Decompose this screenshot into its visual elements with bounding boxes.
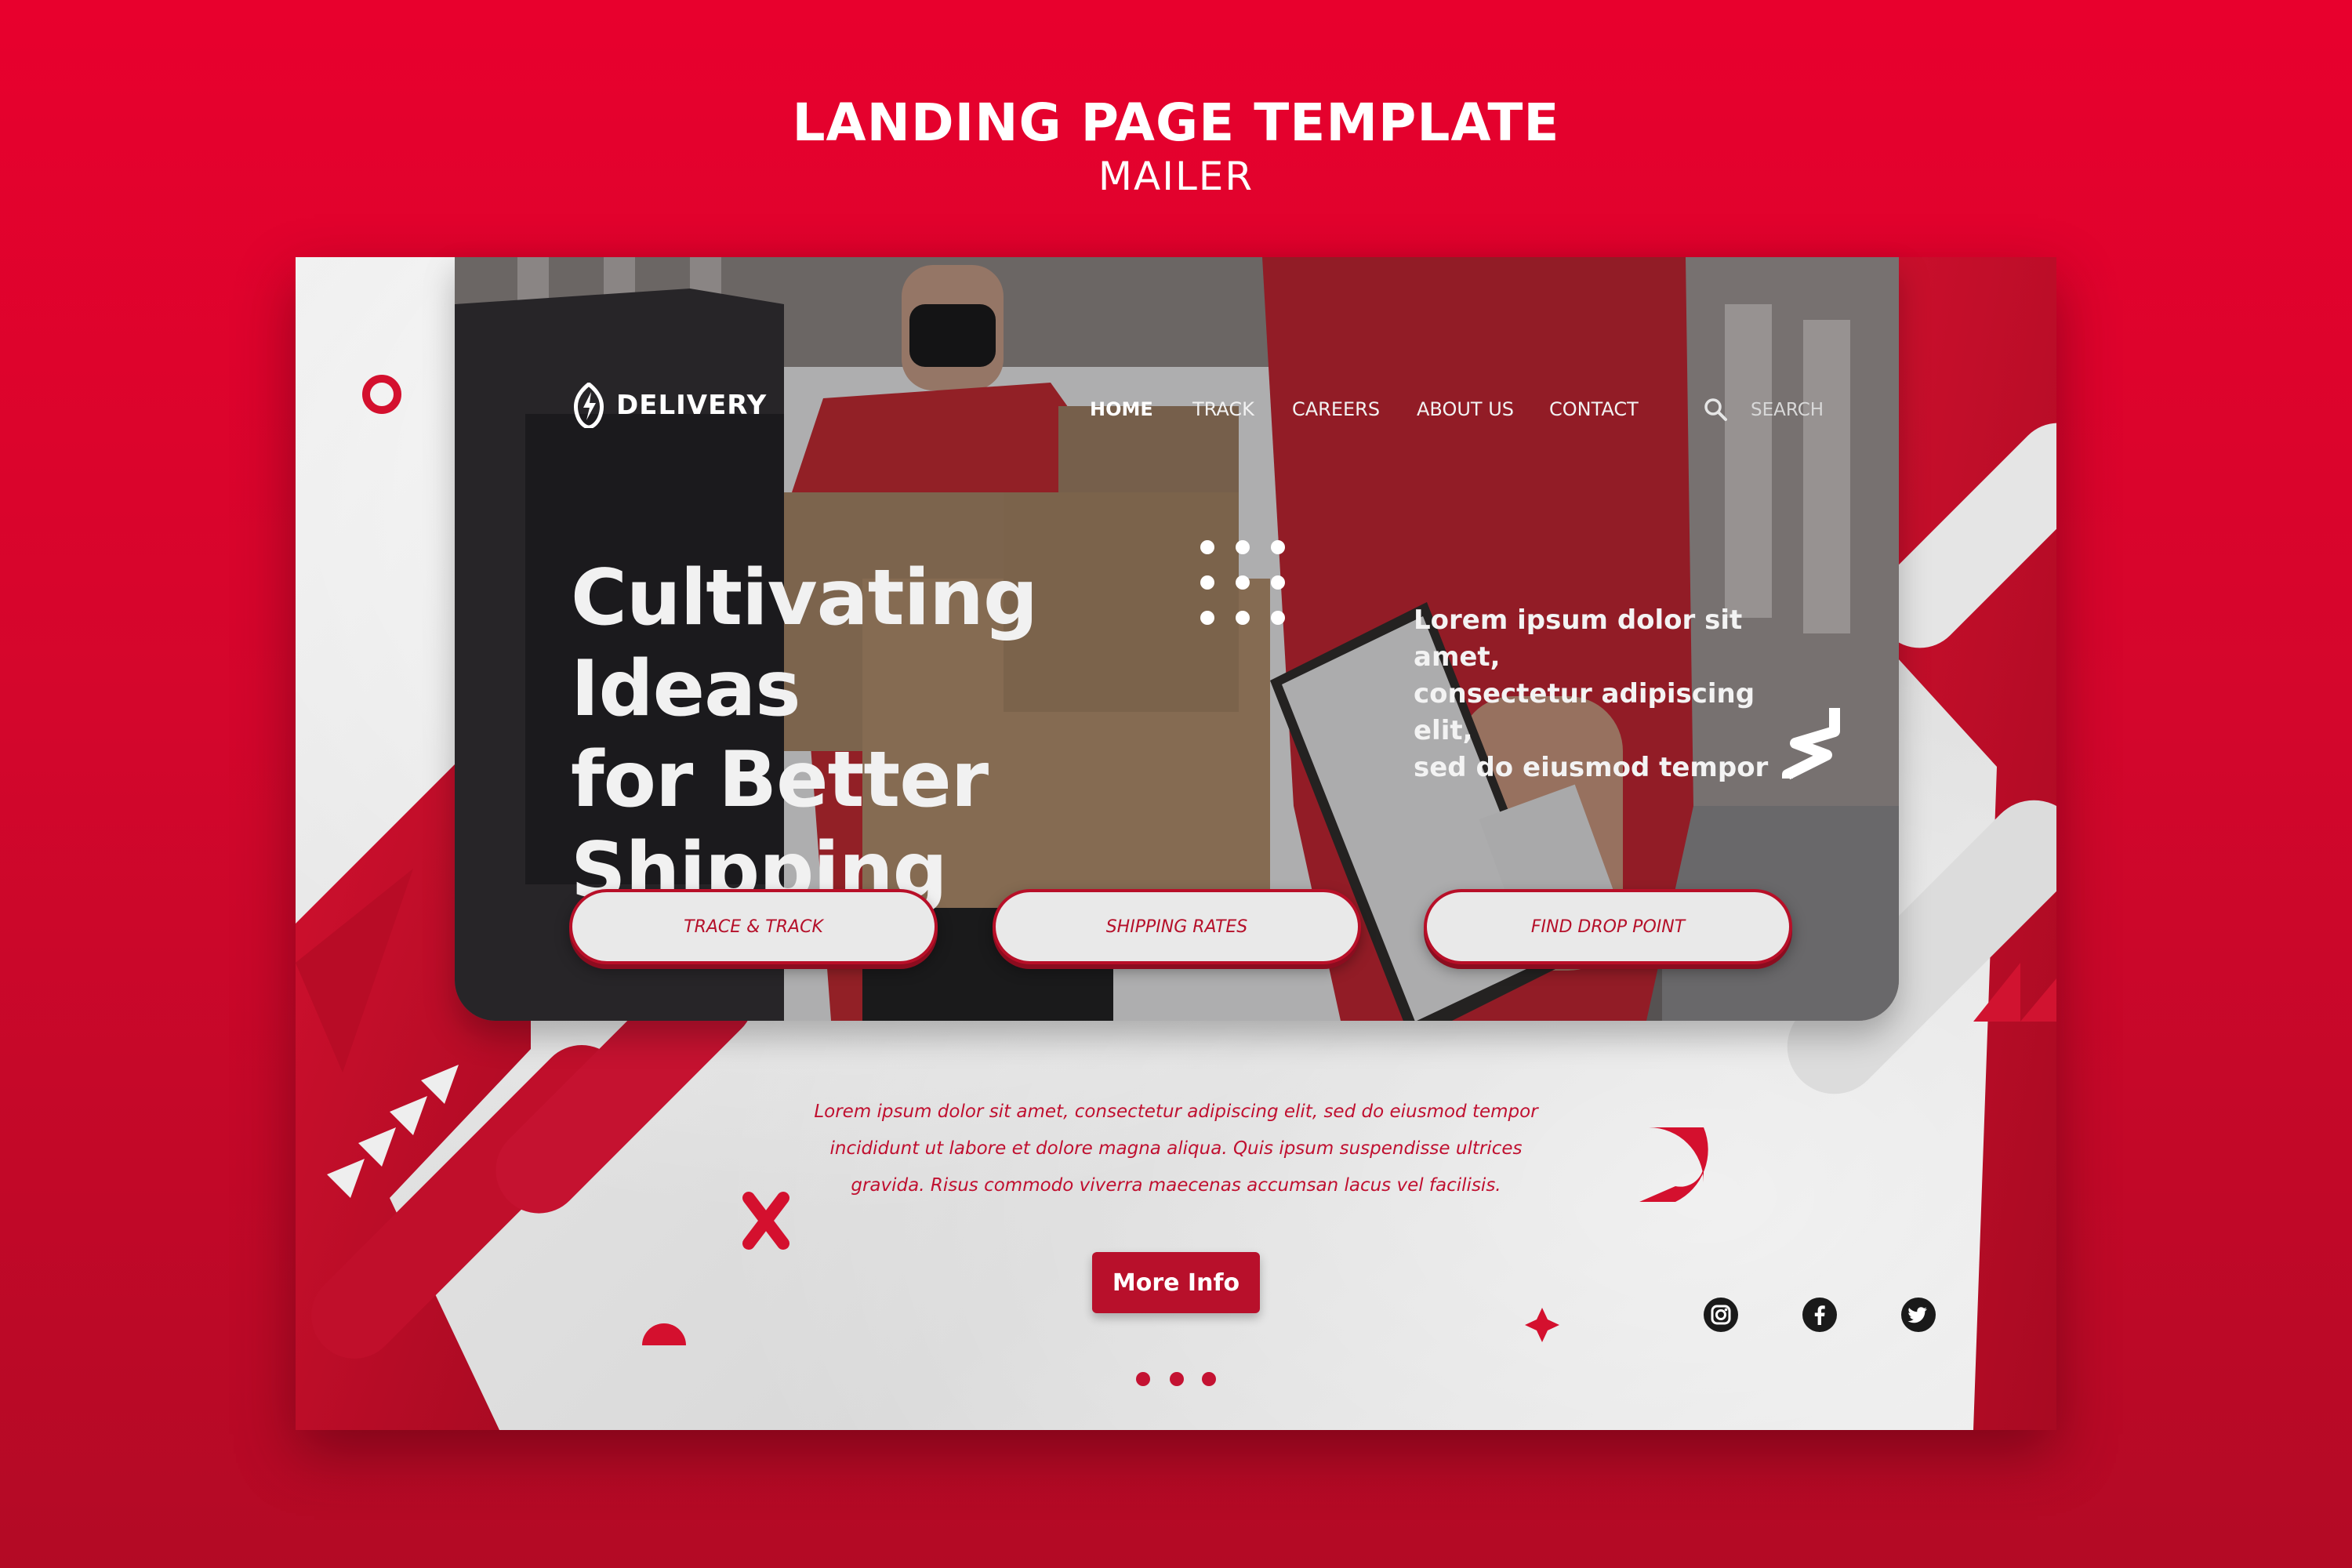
side-text-line-3: sed do eiusmod tempor xyxy=(1414,752,1769,783)
shipping-rates-button[interactable]: SHIPPING RATES xyxy=(993,889,1361,964)
side-text-line-1: Lorem ipsum dolor sit amet, xyxy=(1414,604,1743,673)
hero-headline: Cultivating Ideas for Better Shipping xyxy=(571,553,1276,916)
hero-side-text: Lorem ipsum dolor sit amet, consectetur … xyxy=(1414,602,1790,786)
body-paragraph: Lorem ipsum dolor sit amet, consectetur … xyxy=(808,1094,1544,1204)
page-subtitle: MAILER xyxy=(1098,154,1254,199)
side-text-line-2: consectetur adipiscing elit, xyxy=(1414,678,1755,746)
page-title: LANDING PAGE TEMPLATE xyxy=(792,93,1560,153)
nav-careers[interactable]: CAREERS xyxy=(1292,398,1380,420)
nav-home[interactable]: HOME xyxy=(1090,398,1153,420)
delivery-logo-icon xyxy=(574,383,604,428)
facebook-icon[interactable] xyxy=(1802,1297,1838,1333)
trace-track-button[interactable]: TRACE & TRACK xyxy=(569,889,938,964)
find-drop-point-button[interactable]: FIND DROP POINT xyxy=(1424,889,1792,964)
nav-about-us[interactable]: ABOUT US xyxy=(1417,398,1514,420)
carousel-dot-2[interactable] xyxy=(1170,1372,1184,1386)
carousel-dot-3[interactable] xyxy=(1202,1372,1216,1386)
search-input[interactable]: SEARCH xyxy=(1751,400,1824,420)
brand-logo[interactable]: DELIVERY xyxy=(572,383,767,428)
nav-contact[interactable]: CONTACT xyxy=(1549,398,1639,420)
twitter-icon[interactable] xyxy=(1900,1297,1936,1333)
headline-line-1: Cultivating Ideas xyxy=(571,554,1038,734)
brand-name: DELIVERY xyxy=(616,390,768,421)
nav-track[interactable]: TRACK xyxy=(1192,398,1254,420)
search-icon[interactable] xyxy=(1703,397,1728,422)
body-line-1: Lorem ipsum dolor sit amet, consectetur … xyxy=(814,1102,1538,1122)
carousel-dot-1[interactable] xyxy=(1136,1372,1150,1386)
body-line-2: incididunt ut labore et dolore magna ali… xyxy=(829,1138,1523,1159)
body-line-3: gravida. Risus commodo viverra maecenas … xyxy=(851,1175,1501,1196)
instagram-icon[interactable] xyxy=(1703,1297,1739,1333)
more-info-button[interactable]: More Info xyxy=(1092,1252,1260,1313)
